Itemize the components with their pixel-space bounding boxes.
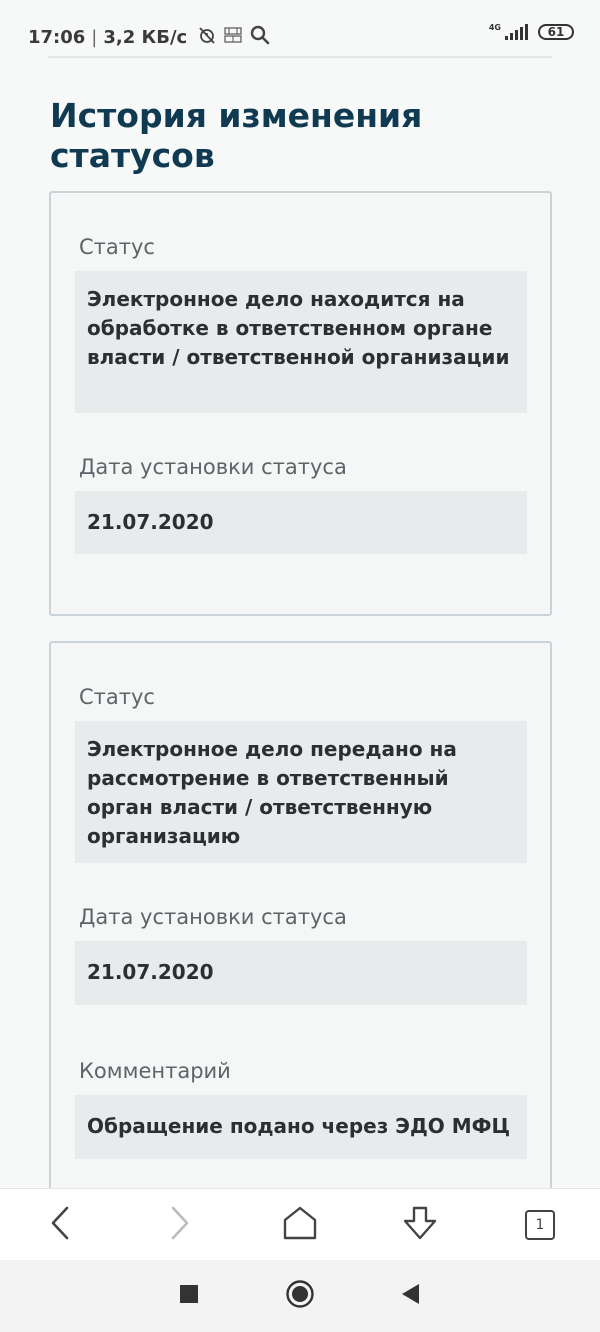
tabs-button[interactable]: 1 <box>510 1195 570 1255</box>
system-nav-bar <box>0 1260 600 1332</box>
browser-toolbar: 1 <box>0 1188 600 1261</box>
date-label: Дата установки статуса <box>79 905 347 929</box>
status-label: Статус <box>79 685 155 709</box>
status-bar: 17:06 | 3,2 КБ/с 4G 61 <box>0 0 600 56</box>
home-circle-icon[interactable] <box>285 1279 315 1313</box>
date-value: 21.07.2020 <box>75 491 527 554</box>
comment-label: Комментарий <box>79 1059 231 1083</box>
signal-icon: 4G <box>489 24 528 40</box>
download-button[interactable] <box>390 1195 450 1255</box>
back-triangle-icon[interactable] <box>401 1283 421 1309</box>
forward-icon <box>165 1205 195 1245</box>
status-separator: | <box>91 27 98 48</box>
tabs-icon: 1 <box>525 1210 555 1240</box>
tab-count: 1 <box>535 1217 545 1233</box>
search-icon <box>249 24 271 51</box>
status-history-card: Статус Электронное дело передано на расс… <box>49 641 552 1201</box>
status-value: Электронное дело передано на рассмотрени… <box>75 721 527 863</box>
date-value: 21.07.2020 <box>75 941 527 1005</box>
back-icon <box>45 1205 75 1245</box>
battery-level: 61 <box>547 25 565 39</box>
status-label: Статус <box>79 235 155 259</box>
forward-button[interactable] <box>150 1195 210 1255</box>
status-icons <box>197 24 271 51</box>
network-speed: 3,2 КБ/с <box>103 27 188 48</box>
status-left: 17:06 | 3,2 КБ/с <box>28 24 271 51</box>
home-button[interactable] <box>270 1195 330 1255</box>
status-right: 4G 61 <box>489 24 574 40</box>
network-type: 4G <box>488 23 501 32</box>
battery-icon: 61 <box>538 24 574 40</box>
back-button[interactable] <box>30 1195 90 1255</box>
clock: 17:06 <box>28 27 86 48</box>
home-icon <box>282 1205 318 1245</box>
top-divider <box>48 56 552 58</box>
status-history-card: Статус Электронное дело находится на обр… <box>49 191 552 616</box>
recents-icon[interactable] <box>179 1284 199 1308</box>
vpn-icon <box>223 25 243 50</box>
page-title: История изменения статусов <box>50 96 423 175</box>
download-icon <box>401 1205 439 1245</box>
status-value: Электронное дело находится на обработке … <box>75 271 527 413</box>
alarm-off-icon <box>197 25 217 50</box>
date-label: Дата установки статуса <box>79 455 347 479</box>
comment-value: Обращение подано через ЭДО МФЦ <box>75 1095 527 1159</box>
